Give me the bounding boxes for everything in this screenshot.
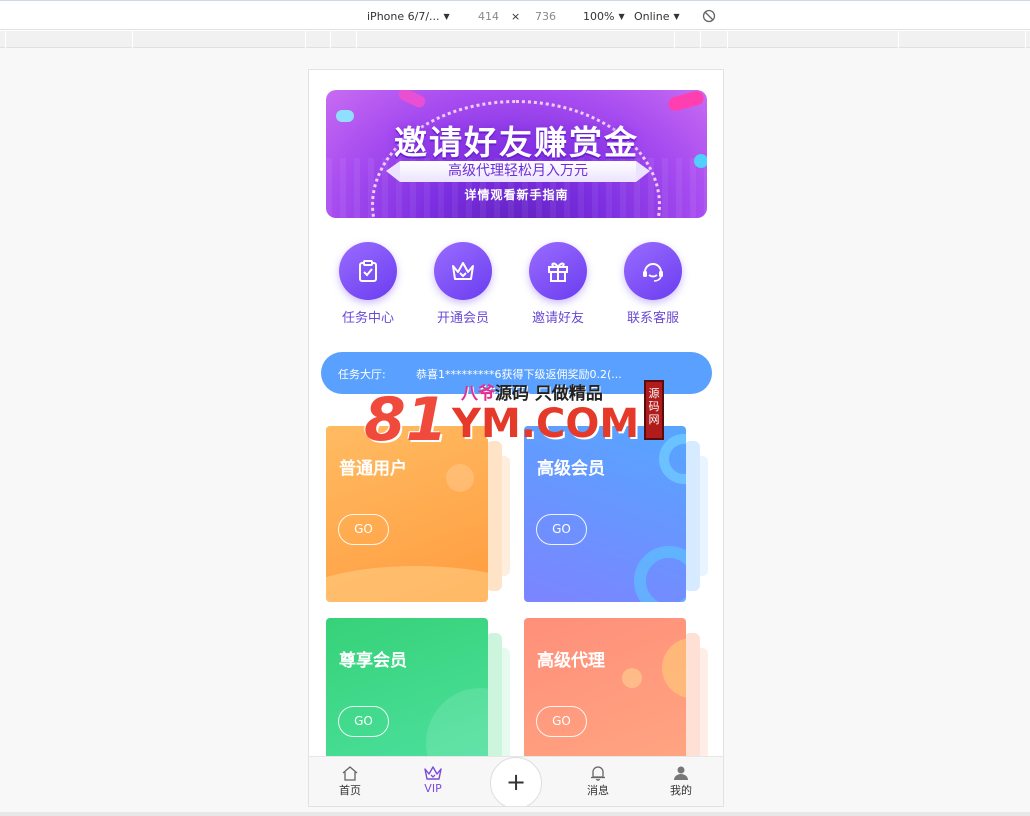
card-decoration [659, 434, 686, 484]
go-button[interactable]: GO [338, 514, 389, 545]
quick-nav-label: 任务中心 [341, 311, 394, 326]
card-decoration [634, 546, 686, 602]
tab-messages[interactable]: 消息 [568, 765, 628, 798]
gift-icon [529, 242, 587, 300]
tab-vip[interactable]: VIP [403, 765, 463, 795]
card-decoration [662, 638, 686, 698]
card-decoration [446, 464, 474, 492]
invite-banner[interactable]: 邀请好友赚赏金 高级代理轻松月入万元 详情观看新手指南 [326, 90, 707, 218]
quick-nav-support[interactable]: 联系客服 [618, 242, 688, 326]
quick-nav-tasks[interactable]: 任务中心 [333, 242, 403, 326]
crown-icon [434, 242, 492, 300]
notice-message: 恭喜1*********6获得下级返佣奖励0.2(... [416, 368, 622, 381]
banner-confetti [396, 90, 428, 110]
clipboard-check-icon [339, 242, 397, 300]
viewport-bottom-edge [0, 812, 1030, 816]
network-select-label: Online [634, 10, 670, 23]
network-select[interactable]: Online ▼ [634, 10, 680, 23]
banner-confetti [666, 90, 706, 113]
tab-label: VIP [424, 782, 442, 795]
home-icon [342, 766, 358, 781]
chevron-down-icon: ▼ [443, 12, 450, 21]
device-select[interactable]: iPhone 6/7/... ▼ [367, 10, 450, 23]
tab-label: 消息 [587, 784, 609, 797]
banner-caption: 详情观看新手指南 [464, 188, 569, 202]
card-body: 普通用户 GO [326, 426, 488, 602]
bell-icon [591, 766, 605, 781]
go-button[interactable]: GO [536, 514, 587, 545]
banner-title: 邀请好友赚赏金 [394, 123, 639, 162]
card-title: 高级代理 [537, 651, 605, 671]
notice-label: 任务大厅: [338, 368, 386, 381]
quick-nav-label: 邀请好友 [531, 311, 584, 326]
phone-screen: 邀请好友赚赏金 高级代理轻松月入万元 详情观看新手指南 任务中心 开通会员 邀请… [308, 69, 724, 807]
quick-nav-invite[interactable]: 邀请好友 [523, 242, 593, 326]
rotate-icon[interactable] [702, 9, 716, 23]
card-title: 尊享会员 [339, 651, 407, 671]
crown-icon [424, 766, 442, 780]
card-title: 普通用户 [339, 459, 407, 479]
add-button[interactable]: + [490, 757, 542, 806]
headset-icon [624, 242, 682, 300]
go-button[interactable]: GO [338, 706, 389, 737]
devtools-toolbar: iPhone 6/7/... ▼ 414 × 736 100% ▼ Online ▼ [0, 0, 1030, 30]
chevron-down-icon: ▼ [673, 12, 680, 21]
tab-label: 我的 [670, 784, 692, 797]
card-senior-member[interactable]: 高级会员 GO [524, 426, 708, 604]
go-button[interactable]: GO [536, 706, 587, 737]
quick-nav-label: 联系客服 [626, 311, 679, 326]
card-stack-layer [684, 441, 700, 591]
card-stack-layer [486, 441, 502, 591]
banner-subtitle: 高级代理轻松月入万元 [386, 161, 650, 182]
task-hall-notice[interactable]: 任务大厅: 恭喜1*********6获得下级返佣奖励0.2(... [321, 352, 712, 394]
width-field[interactable]: 414 [478, 10, 499, 23]
tab-mine[interactable]: 我的 [651, 765, 711, 798]
zoom-select[interactable]: 100% ▼ [583, 10, 625, 23]
card-body: 高级会员 GO [524, 426, 686, 602]
card-title: 高级会员 [537, 459, 605, 479]
chevron-down-icon: ▼ [618, 12, 625, 21]
card-wave [326, 566, 488, 602]
quick-nav-label: 开通会员 [436, 311, 489, 326]
user-icon [674, 766, 688, 780]
card-regular-user[interactable]: 普通用户 GO [326, 426, 510, 604]
times-sign: × [511, 10, 521, 23]
card-decoration [622, 668, 642, 688]
tab-home[interactable]: 首页 [320, 765, 380, 798]
media-query-ruler[interactable] [0, 31, 1030, 48]
height-field[interactable]: 736 [535, 10, 556, 23]
zoom-select-label: 100% [583, 10, 615, 23]
tab-label: 首页 [339, 784, 361, 797]
device-select-label: iPhone 6/7/... [367, 10, 440, 23]
quick-nav-vip[interactable]: 开通会员 [428, 242, 498, 326]
bottom-tab-bar: 首页 VIP + 消息 我的 [309, 756, 723, 806]
